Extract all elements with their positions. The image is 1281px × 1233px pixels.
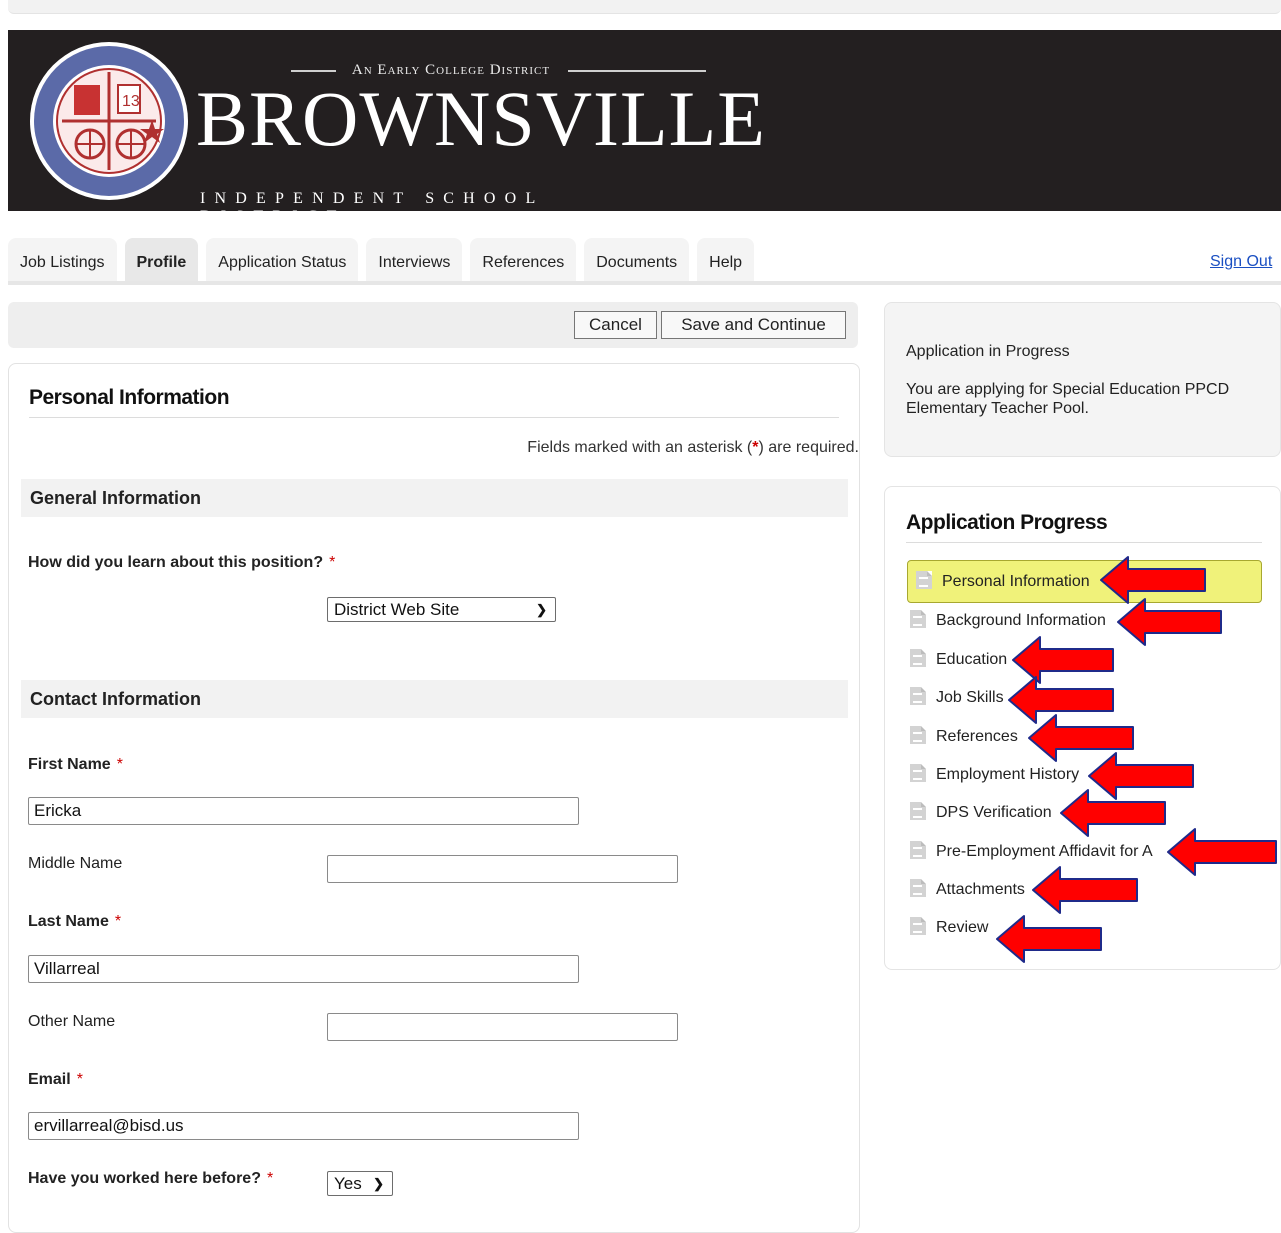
- tab-documents[interactable]: Documents: [584, 238, 690, 282]
- progress-step-review[interactable]: Review: [910, 917, 988, 939]
- progress-title: Application Progress: [906, 511, 1108, 534]
- tab-interviews[interactable]: Interviews: [366, 238, 463, 282]
- document-icon: [910, 687, 926, 706]
- cancel-button[interactable]: Cancel: [574, 311, 657, 339]
- progress-step-background-information[interactable]: Background Information: [910, 610, 1106, 632]
- required-asterisk: *: [114, 913, 122, 930]
- contact-information-heading: Contact Information: [21, 680, 848, 718]
- required-asterisk: *: [116, 756, 123, 773]
- progress-step-references[interactable]: References: [910, 726, 1018, 748]
- progress-step-job-skills[interactable]: Job Skills: [910, 687, 1004, 709]
- document-icon: [910, 802, 926, 821]
- svg-text:13: 13: [122, 93, 140, 110]
- title-divider: [29, 417, 839, 418]
- other-name-label: Other Name: [28, 1013, 116, 1030]
- worked-here-select[interactable]: Yes ❯: [327, 1171, 393, 1196]
- progress-divider: [906, 542, 1262, 543]
- district-banner: 13 An Early College District BROWNSVILLE…: [8, 30, 1281, 225]
- progress-step-label: References: [936, 728, 1018, 745]
- chevron-down-icon: ❯: [536, 602, 547, 617]
- district-seal-logo: 13: [30, 42, 188, 200]
- last-name-label: Last Name *: [28, 913, 121, 931]
- document-icon: [910, 879, 926, 898]
- tab-job-listings[interactable]: Job Listings: [8, 238, 117, 282]
- progress-step-education[interactable]: Education: [910, 649, 1007, 671]
- tab-references[interactable]: References: [470, 238, 577, 282]
- progress-step-label: Education: [936, 651, 1008, 668]
- personal-information-panel: Personal Information Fields marked with …: [8, 363, 860, 1233]
- application-progress-panel: Application Progress Personal Informatio…: [884, 486, 1281, 970]
- required-asterisk: *: [266, 1170, 274, 1187]
- progress-step-label: Attachments: [936, 881, 1025, 898]
- save-and-continue-button[interactable]: Save and Continue: [661, 311, 846, 339]
- email-label: Email *: [28, 1071, 83, 1089]
- worked-here-label: Have you worked here before? *: [28, 1170, 273, 1188]
- application-status-title: Application in Progress: [906, 343, 1070, 360]
- first-name-label-text: First Name: [28, 756, 111, 773]
- progress-step-label: Review: [936, 919, 989, 936]
- required-note-text-end: ) are required.: [758, 439, 860, 456]
- chevron-down-icon: ❯: [373, 1176, 384, 1191]
- required-fields-note: Fields marked with an asterisk (*) are r…: [527, 439, 859, 457]
- document-icon: [910, 649, 926, 668]
- tab-profile[interactable]: Profile: [124, 238, 199, 282]
- middle-name-input[interactable]: [327, 855, 678, 883]
- progress-step-label: Job Skills: [936, 689, 1004, 706]
- last-name-label-text: Last Name: [28, 913, 109, 930]
- required-asterisk: *: [76, 1071, 83, 1088]
- middle-name-label: Middle Name: [28, 855, 123, 872]
- progress-step-label: DPS Verification: [936, 804, 1052, 821]
- applying-for-text: You are applying for Special Education P…: [906, 381, 1230, 417]
- document-icon: [910, 917, 926, 936]
- document-icon: [910, 610, 926, 629]
- main-tabs: Job Listings Profile Application Status …: [8, 238, 762, 282]
- tab-application-status[interactable]: Application Status: [206, 238, 359, 282]
- tab-help[interactable]: Help: [697, 238, 755, 282]
- action-bar: Cancel Save and Continue: [8, 302, 858, 348]
- logo-district-name: BROWNSVILLE: [196, 75, 766, 162]
- required-note-text: Fields marked with an asterisk (: [527, 439, 753, 456]
- progress-step-dps-verification[interactable]: DPS Verification: [910, 802, 1052, 824]
- document-icon: [916, 571, 932, 590]
- document-icon: [910, 841, 926, 860]
- logo-district-subname: INDEPENDENT SCHOOL DISTRICT: [200, 190, 544, 225]
- learn-position-select[interactable]: District Web Site ❯: [327, 597, 556, 622]
- learn-position-label-text: How did you learn about this position?: [28, 554, 324, 571]
- other-name-input[interactable]: [327, 1013, 678, 1041]
- email-input[interactable]: [28, 1112, 579, 1140]
- learn-position-label: How did you learn about this position? *: [28, 554, 335, 572]
- required-asterisk: *: [329, 554, 336, 571]
- top-strip: [8, 0, 1281, 14]
- last-name-input[interactable]: [28, 955, 579, 983]
- email-label-text: Email: [28, 1071, 71, 1088]
- progress-step-pre-employment-affidavit[interactable]: Pre-Employment Affidavit for A: [910, 841, 1153, 863]
- worked-here-label-text: Have you worked here before?: [28, 1170, 261, 1187]
- progress-step-attachments[interactable]: Attachments: [910, 879, 1025, 901]
- progress-step-label: Personal Information: [942, 573, 1090, 590]
- progress-step-label: Background Information: [936, 612, 1106, 629]
- progress-step-employment-history[interactable]: Employment History: [910, 764, 1079, 786]
- progress-step-label: Pre-Employment Affidavit for A: [936, 843, 1153, 860]
- first-name-input[interactable]: [28, 797, 579, 825]
- progress-step-label: Employment History: [936, 766, 1080, 783]
- page-title: Personal Information: [29, 386, 230, 409]
- tab-underline: [8, 281, 1281, 285]
- learn-position-selected-value: District Web Site: [334, 600, 460, 619]
- general-information-heading: General Information: [21, 479, 848, 517]
- sign-out-link[interactable]: Sign Out: [1210, 253, 1272, 271]
- document-icon: [910, 764, 926, 783]
- document-icon: [910, 726, 926, 745]
- application-info-panel: Application in Progress You are applying…: [884, 302, 1281, 457]
- worked-here-selected-value: Yes: [334, 1174, 362, 1193]
- first-name-label: First Name *: [28, 756, 123, 774]
- progress-step-personal-information[interactable]: Personal Information: [907, 560, 1262, 603]
